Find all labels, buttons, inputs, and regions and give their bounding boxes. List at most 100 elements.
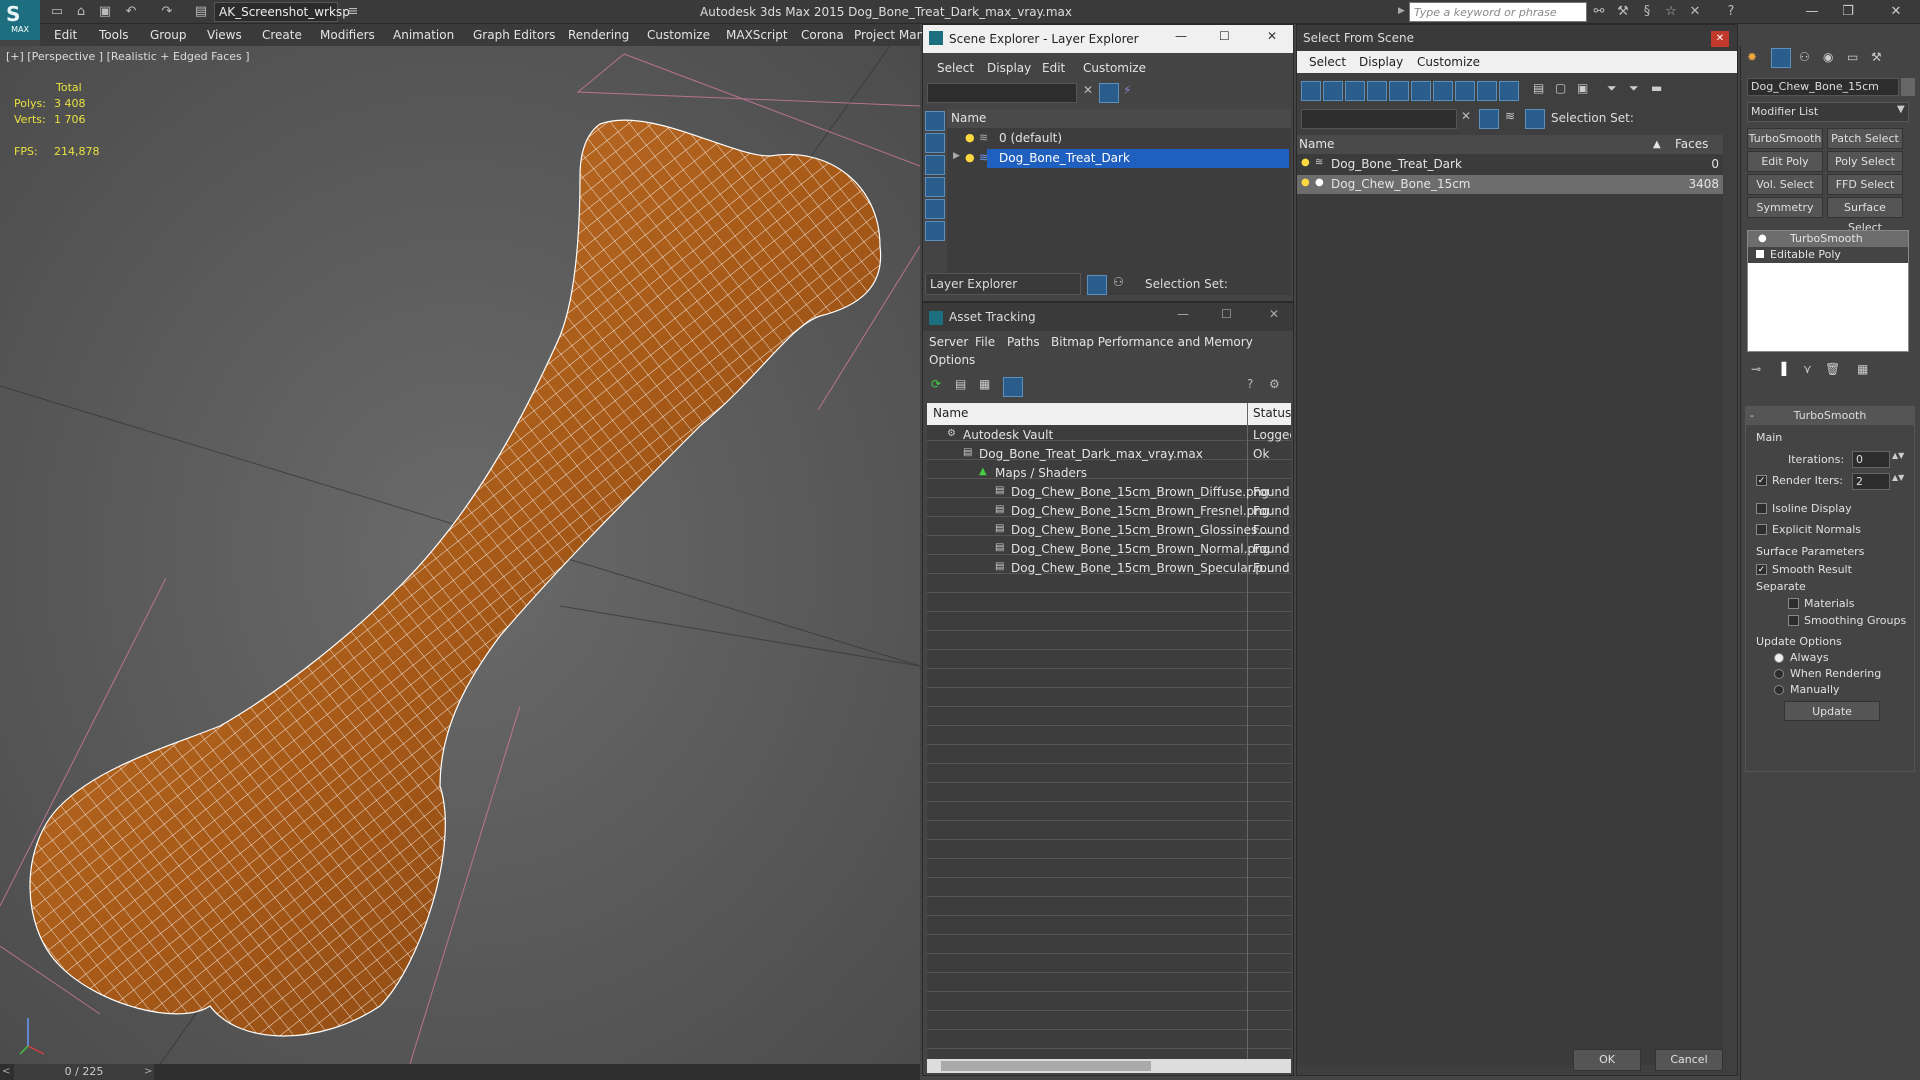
display-invert-icon[interactable]: ▣ [1577, 81, 1588, 95]
asset-col-name[interactable]: Name [933, 404, 968, 423]
menu-create[interactable]: Create [262, 24, 302, 46]
menu-views[interactable]: Views [207, 24, 242, 46]
spinner-arrows-icon[interactable]: ▲▼ [1892, 451, 1904, 460]
render-iters-checkbox[interactable]: ✓ [1756, 475, 1767, 486]
display-all-icon[interactable]: ▤ [1533, 81, 1544, 95]
tree-row-dog-bone-layer[interactable]: Dog_Bone_Treat_Dark [987, 149, 1289, 168]
iterations-spinner[interactable]: 0 [1852, 451, 1890, 468]
chevron-down-icon[interactable]: ▼ [1897, 104, 1905, 115]
menu-rendering[interactable]: Rendering [568, 24, 629, 46]
collapse-rollout-icon[interactable]: - [1750, 409, 1754, 422]
hierarchy-icon[interactable]: ⚇ [1113, 275, 1124, 289]
search-input[interactable]: Type a keyword or phrase [1409, 2, 1587, 22]
materials-checkbox[interactable] [1788, 598, 1799, 609]
sfs-col-faces[interactable]: Faces [1675, 135, 1708, 154]
menu-corona[interactable]: Corona [801, 24, 844, 46]
object-color-swatch[interactable] [1901, 78, 1915, 96]
tree-row-default-layer[interactable]: 0 (default) [947, 129, 1291, 148]
update-button[interactable]: Update [1784, 701, 1880, 721]
edit-poly-button[interactable]: Edit Poly [1747, 151, 1823, 172]
display-helpers-icon[interactable] [1389, 81, 1409, 101]
utilities-tab-icon[interactable]: ⚒ [1871, 50, 1882, 64]
symmetry-button[interactable]: Symmetry [1747, 197, 1823, 218]
isoline-display-checkbox[interactable] [1756, 503, 1767, 514]
save-icon[interactable]: ▣ [96, 3, 114, 20]
scene-explorer-title[interactable]: Scene Explorer - Layer Explorer [923, 25, 1293, 53]
scene-menu-customize[interactable]: Customize [1083, 61, 1146, 75]
cancel-button[interactable]: Cancel [1655, 1049, 1723, 1071]
hierarchy-filter-icon[interactable]: ⏷ [1629, 81, 1639, 96]
sfs-filter-input[interactable] [1301, 109, 1457, 129]
smooth-result-checkbox[interactable]: ✓ [1756, 564, 1767, 575]
create-tab-icon[interactable]: ✹ [1747, 50, 1757, 64]
ffd-select-button[interactable]: FFD Select [1827, 174, 1903, 195]
ok-button[interactable]: OK [1573, 1049, 1641, 1071]
object-name-field[interactable]: Dog_Chew_Bone_15cm [1747, 78, 1899, 96]
display-shapes-icon[interactable] [1323, 81, 1343, 101]
menu-modifiers[interactable]: Modifiers [320, 24, 375, 46]
clear-filter-icon[interactable]: ✕ [1461, 109, 1471, 123]
app-logo-icon[interactable]: S MAX [0, 0, 40, 40]
lightbulb-icon[interactable]: ● [965, 131, 975, 144]
when-rendering-radio[interactable] [1774, 669, 1784, 679]
vol-select-button[interactable]: Vol. Select [1747, 174, 1823, 195]
minimize-icon[interactable]: — [1177, 307, 1189, 321]
thumbnail-view-icon[interactable]: ▦ [979, 377, 990, 391]
table-view-icon[interactable] [1003, 377, 1023, 397]
tools-icon[interactable]: ⚒ [1614, 3, 1632, 21]
scene-menu-display[interactable]: Display [987, 61, 1031, 75]
expand-arrow-icon[interactable]: ▶ [953, 151, 960, 161]
help-icon[interactable]: ? [1722, 3, 1740, 21]
layer-explorer-icon[interactable] [1087, 275, 1107, 295]
menu-edit[interactable]: Edit [54, 24, 77, 46]
stack-item-editable-poly[interactable]: Editable Poly [1748, 247, 1908, 263]
lightbulb-icon[interactable]: ● [965, 151, 975, 164]
display-shapes-icon[interactable] [925, 133, 945, 153]
remove-modifier-icon[interactable]: 🗑 [1825, 362, 1840, 376]
favorites-star-icon[interactable]: ☆ [1662, 3, 1680, 21]
x-communication-icon[interactable]: ✕ [1686, 3, 1704, 21]
lightbulb-icon[interactable]: ● [1758, 233, 1767, 244]
display-groups-icon[interactable] [1433, 81, 1453, 101]
minimize-button[interactable]: — [1794, 0, 1830, 24]
asset-col-status[interactable]: Status [1253, 404, 1291, 423]
sort-ascending-icon[interactable]: ▲ [1653, 135, 1661, 154]
display-helpers-icon[interactable] [925, 199, 945, 219]
display-lights-icon[interactable] [925, 155, 945, 175]
display-geometry-icon[interactable] [1301, 81, 1321, 101]
menu-tools[interactable]: Tools [99, 24, 129, 46]
menu-maxscript[interactable]: MAXScript [726, 24, 788, 46]
undo-icon[interactable]: ↶ [122, 3, 140, 20]
maximize-icon[interactable]: ☐ [1221, 307, 1232, 321]
sfs-menu-select[interactable]: Select [1309, 55, 1346, 69]
redo-icon[interactable]: ↷ [158, 3, 176, 20]
modifier-list-dropdown[interactable]: Modifier List [1747, 102, 1909, 122]
display-cameras-icon[interactable] [1367, 81, 1387, 101]
display-spacewarps-icon[interactable] [925, 221, 945, 241]
smoothing-groups-checkbox[interactable] [1788, 615, 1799, 626]
close-icon[interactable]: ✕ [1267, 29, 1277, 43]
scrollbar-thumb[interactable] [941, 1061, 1151, 1071]
asset-row-name[interactable]: Dog_Bone_Treat_Dark_max_vray.max [979, 445, 1203, 464]
hierarchy-tab-icon[interactable]: ⚇ [1799, 50, 1810, 64]
surface-select-button[interactable]: Surface Select [1827, 197, 1903, 234]
display-xrefs-icon[interactable] [1455, 81, 1475, 101]
asset-row-name[interactable]: Dog_Chew_Bone_15cm_Brown_Specular.p... [1011, 559, 1274, 578]
stack-item-turbosmooth[interactable]: TurboSmooth [1748, 231, 1908, 247]
subscription-icon[interactable]: § [1638, 3, 1656, 21]
spinner-arrows-icon[interactable]: ▲▼ [1892, 473, 1904, 482]
explorer-type-dropdown[interactable]: Layer Explorer [925, 273, 1081, 295]
tree-header-name[interactable]: Name [947, 109, 1291, 128]
scene-menu-edit[interactable]: Edit [1042, 61, 1065, 75]
display-containers-icon[interactable] [1499, 81, 1519, 101]
menu-customize[interactable]: Customize [647, 24, 710, 46]
hierarchy-icon[interactable] [1525, 109, 1545, 129]
asset-tracking-title[interactable]: Asset Tracking [923, 303, 1293, 331]
menu-group[interactable]: Group [150, 24, 187, 46]
modify-tab-icon[interactable] [1771, 48, 1791, 68]
help-icon[interactable]: ? [1247, 377, 1253, 391]
scene-menu-select[interactable]: Select [937, 61, 974, 75]
asset-menu-paths[interactable]: Paths [1007, 335, 1040, 349]
clear-filter-icon[interactable]: ✕ [1083, 83, 1093, 97]
layer-icon[interactable]: ≋ [1505, 109, 1515, 123]
